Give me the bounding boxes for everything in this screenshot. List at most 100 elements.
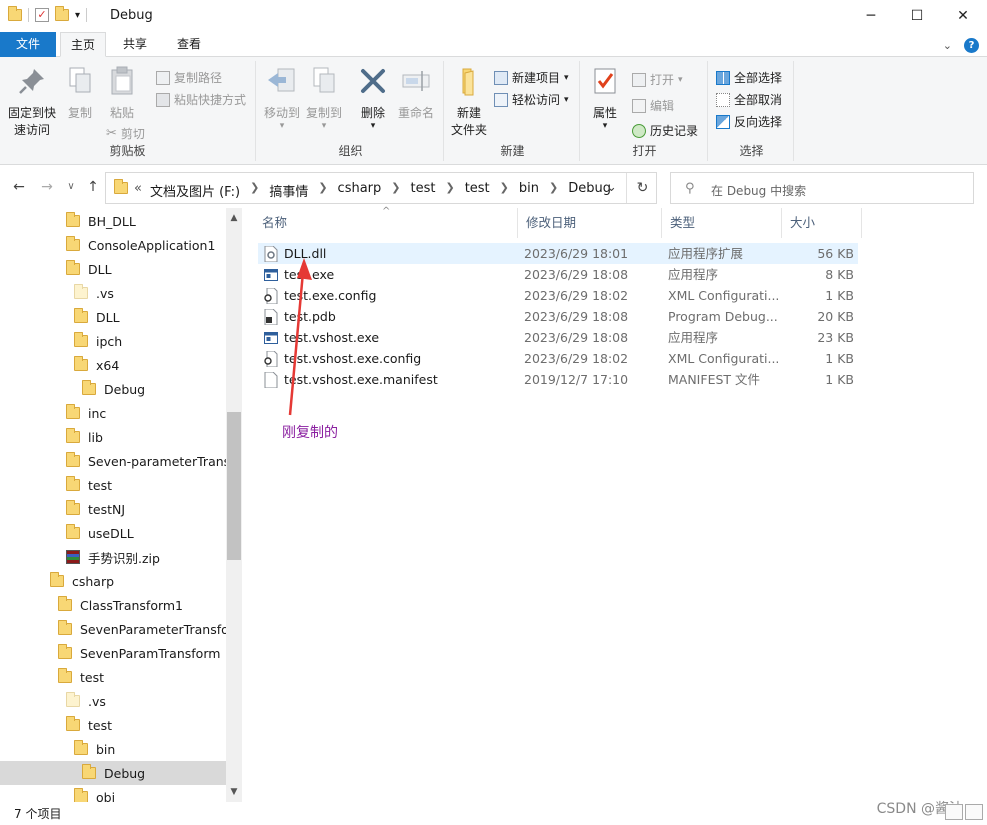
tree-item[interactable]: ConsoleApplication1	[0, 233, 226, 257]
tree-item[interactable]: Seven-parameterTransfo	[0, 449, 226, 473]
back-arrow-icon[interactable]: ←	[10, 178, 28, 196]
details-view-button[interactable]	[945, 804, 963, 820]
tab-share[interactable]: 共享	[110, 32, 160, 57]
file-row[interactable]: test.vshost.exe.manifest 2019/12/7 17:10 M…	[258, 369, 858, 390]
large-icons-view-button[interactable]	[965, 804, 983, 820]
properties-button[interactable]: 属性 ▾	[588, 65, 622, 131]
paste-button[interactable]: 粘贴	[104, 65, 140, 121]
column-header-type[interactable]: 类型	[662, 208, 782, 238]
tab-home[interactable]: 主页	[60, 32, 106, 57]
file-row[interactable]: test.vshost.exe 2023/6/29 18:08 应用程序 23 KB	[258, 327, 858, 348]
scroll-up-icon[interactable]: ▲	[226, 210, 242, 226]
new-folder-button[interactable]: 新建 文件夹	[448, 65, 490, 138]
breadcrumb-chevron-icon[interactable]: ❯	[445, 181, 454, 200]
tree-item[interactable]: ClassTransform1	[0, 593, 226, 617]
refresh-icon[interactable]: ↻	[626, 173, 658, 203]
minimize-button[interactable]: ─	[848, 0, 894, 32]
tab-view[interactable]: 查看	[164, 32, 214, 57]
forward-arrow-icon[interactable]: →	[38, 178, 56, 196]
file-row[interactable]: test.exe.config 2023/6/29 18:02 XML Config…	[258, 285, 858, 306]
breadcrumb-chevron-icon[interactable]: ❯	[500, 181, 509, 200]
tree-item[interactable]: 手势识别.zip	[0, 545, 226, 569]
breadcrumb-chevron-icon[interactable]: ❯	[250, 181, 259, 200]
tree-item[interactable]: test	[0, 713, 226, 737]
scroll-down-icon[interactable]: ▼	[226, 784, 242, 800]
recent-locations-chevron-icon[interactable]: ∨	[62, 178, 80, 196]
properties-check-icon[interactable]: ✓	[35, 8, 49, 22]
copy-button[interactable]: 复制	[62, 65, 98, 121]
breadcrumb-drive[interactable]: 文档及图片 (F:)	[150, 181, 240, 200]
breadcrumb-gaoshiqing[interactable]: 搞事情	[269, 181, 308, 200]
tree-item[interactable]: SevenParameterTransforr	[0, 617, 226, 641]
file-row[interactable]: DLL.dll 2023/6/29 18:01 应用程序扩展 56 KB	[258, 243, 858, 264]
move-to-button[interactable]: 移动到 ▾	[262, 65, 302, 131]
edit-button[interactable]: 编辑	[632, 97, 674, 114]
tree-item[interactable]: useDLL	[0, 521, 226, 545]
rename-button[interactable]: 重命名	[394, 65, 438, 121]
tree-item[interactable]: test	[0, 665, 226, 689]
column-header-date[interactable]: 修改日期	[518, 208, 662, 238]
search-box[interactable]: ⚲ 在 Debug 中搜索	[670, 172, 974, 204]
breadcrumb-csharp[interactable]: csharp	[338, 181, 382, 200]
maximize-button[interactable]: ☐	[894, 0, 940, 32]
select-all-button[interactable]: 全部选择	[716, 69, 782, 86]
delete-button[interactable]: 删除 ▾	[356, 65, 390, 131]
tree-item[interactable]: bin	[0, 737, 226, 761]
address-bar[interactable]: « 文档及图片 (F:) ❯ 搞事情 ❯ csharp ❯ test ❯ tes…	[105, 172, 657, 204]
tree-item[interactable]: testNJ	[0, 497, 226, 521]
breadcrumb-bin[interactable]: bin	[519, 181, 539, 200]
paste-shortcut-button[interactable]: 粘贴快捷方式	[156, 91, 246, 108]
open-button[interactable]: 打开 ▾	[632, 71, 683, 88]
breadcrumb-debug[interactable]: Debug	[568, 181, 611, 200]
tree-item[interactable]: DLL	[0, 305, 226, 329]
file-row[interactable]: test.vshost.exe.config 2023/6/29 18:02 XML…	[258, 348, 858, 369]
breadcrumb-chevron-icon[interactable]: ❯	[318, 181, 327, 200]
pin-quick-access-button[interactable]: 固定到快 速访问	[6, 65, 58, 138]
tree-item[interactable]: SevenParamTransform	[0, 641, 226, 665]
tree-item[interactable]: inc	[0, 401, 226, 425]
tree-item[interactable]: .vs	[0, 281, 226, 305]
tree-item[interactable]: x64	[0, 353, 226, 377]
tree-item[interactable]: .vs	[0, 689, 226, 713]
column-header-name[interactable]: 名称	[254, 208, 518, 238]
tree-item[interactable]: csharp	[0, 569, 226, 593]
breadcrumb-test[interactable]: test	[411, 181, 436, 200]
copy-to-button[interactable]: 复制到 ▾	[304, 65, 344, 131]
cut-button[interactable]: ✂ 剪切	[106, 125, 145, 142]
new-item-button[interactable]: 新建项目 ▾	[494, 69, 569, 86]
column-header-size[interactable]: 大小	[782, 208, 862, 238]
history-button[interactable]: 历史记录	[632, 122, 698, 139]
file-row[interactable]: test.pdb 2023/6/29 18:08 Program Debug... 2…	[258, 306, 858, 327]
tree-item[interactable]: Debug	[0, 377, 226, 401]
easy-access-button[interactable]: 轻松访问 ▾	[494, 91, 569, 108]
folder-icon[interactable]	[8, 6, 22, 21]
tree-item[interactable]: obj	[0, 785, 226, 802]
new-folder-icon[interactable]	[55, 6, 69, 21]
copy-path-button[interactable]: 复制路径	[156, 69, 222, 86]
select-none-button[interactable]: 全部取消	[716, 91, 782, 108]
expand-ribbon-chevron-icon[interactable]: ⌄	[943, 39, 952, 52]
close-button[interactable]: ✕	[940, 0, 986, 32]
address-dropdown-chevron-icon[interactable]: ⌄	[606, 180, 617, 195]
up-arrow-icon[interactable]: ↑	[84, 178, 102, 196]
breadcrumb-chevron-icon[interactable]: ❯	[549, 181, 558, 200]
scrollbar-thumb[interactable]	[227, 412, 241, 560]
breadcrumb-chevron-icon[interactable]: ❯	[391, 181, 400, 200]
help-icon[interactable]: ?	[964, 38, 979, 53]
tree-item[interactable]: test	[0, 473, 226, 497]
navigation-pane-scrollbar[interactable]: ▲ ▼	[226, 208, 242, 802]
tree-item-label: 手势识别.zip	[88, 550, 160, 566]
tree-item[interactable]: DLL	[0, 257, 226, 281]
tab-file[interactable]: 文件	[0, 32, 56, 57]
file-row[interactable]: test.exe2023/6/29 18:08应用程序8 KB	[258, 264, 858, 285]
breadcrumb-test-inner[interactable]: test	[465, 181, 490, 200]
tree-item[interactable]: Debug	[0, 761, 226, 785]
tree-item[interactable]: BH_DLL	[0, 209, 226, 233]
customize-toolbar-chevron-icon[interactable]: ▾	[75, 10, 80, 21]
breadcrumb-overflow[interactable]: «	[134, 181, 142, 200]
invert-selection-button[interactable]: 反向选择	[716, 113, 782, 130]
search-input[interactable]: 在 Debug 中搜索	[711, 182, 806, 199]
folder-icon	[66, 524, 80, 539]
tree-item[interactable]: lib	[0, 425, 226, 449]
tree-item[interactable]: ipch	[0, 329, 226, 353]
